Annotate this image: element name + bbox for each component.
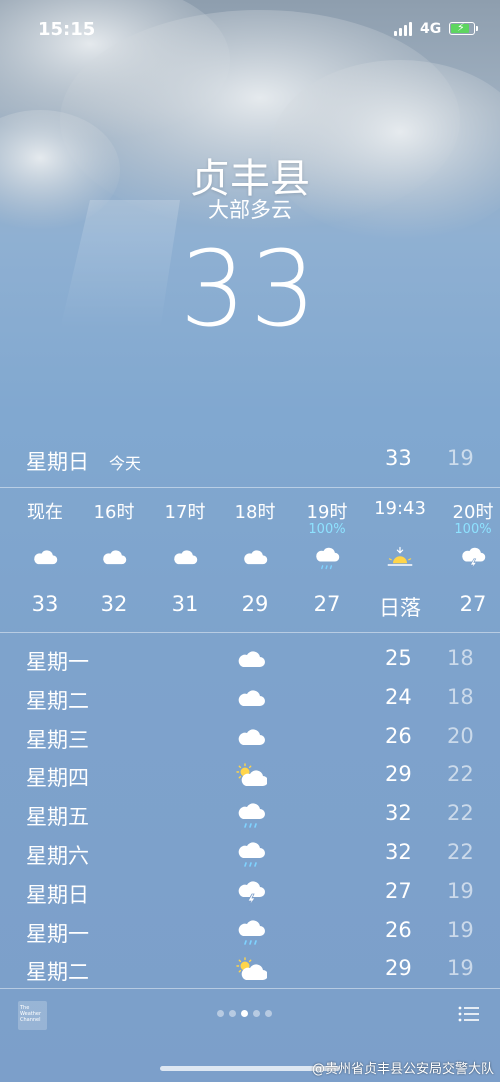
- daily-day: 星期二: [26, 688, 89, 713]
- status-bar: 15:15 4G ⚡: [0, 0, 500, 56]
- hourly-temp: 27: [313, 592, 341, 616]
- daily-day: 星期四: [26, 766, 89, 791]
- daily-high: 32: [385, 840, 412, 864]
- today-tag: 今天: [109, 454, 142, 473]
- hourly-time: 18时: [234, 502, 276, 523]
- hourly-temp: 日落: [379, 596, 421, 620]
- daily-day: 星期一: [26, 921, 89, 946]
- daily-day: 星期五: [26, 805, 89, 830]
- page-dot[interactable]: [253, 1010, 260, 1017]
- list-icon[interactable]: [458, 1005, 480, 1023]
- daily-row: 星期四 29 22: [0, 757, 500, 796]
- daily-low: 22: [447, 801, 474, 826]
- weather-channel-logo[interactable]: The Weather Channel: [18, 1001, 47, 1030]
- thunderstorm-icon: [459, 545, 487, 571]
- rain-icon: [313, 545, 341, 571]
- hourly-time: 17时: [164, 502, 206, 523]
- cloud-icon: [241, 545, 269, 571]
- hourly-temp: 27: [459, 592, 487, 616]
- today-summary: 星期日 今天 33 19: [0, 440, 500, 480]
- daily-day: 星期六: [26, 844, 89, 868]
- daily-high: 26: [385, 917, 412, 942]
- daily-high: 29: [385, 956, 412, 981]
- hourly-time: 19:43: [374, 498, 426, 519]
- rain-icon: [235, 802, 267, 828]
- daily-high: 24: [385, 684, 412, 709]
- hourly-temp: 31: [171, 592, 199, 616]
- watermark: @贵州省贞丰县公安局交警大队: [311, 1062, 494, 1077]
- daily-row: 星期一 25 18: [0, 641, 500, 680]
- divider: [0, 632, 500, 633]
- cloud-icon: [235, 686, 267, 712]
- current-temperature: 33: [179, 228, 321, 350]
- network-type: 4G: [420, 21, 442, 37]
- daily-day: 星期日: [26, 882, 89, 907]
- cloud-icon: [235, 725, 267, 751]
- cloud-icon: [100, 545, 128, 571]
- sunset-icon: [386, 545, 414, 571]
- daily-high: 29: [385, 762, 412, 787]
- daily-low: 22: [447, 840, 474, 864]
- daily-row: 星期二 24 18: [0, 680, 500, 719]
- hourly-temp: 33: [31, 592, 59, 616]
- daily-day: 星期二: [26, 960, 89, 985]
- hourly-time: 19时: [306, 502, 348, 523]
- hourly-precip: 100%: [454, 522, 492, 537]
- daily-day: 星期一: [26, 650, 89, 674]
- hourly-precip: 100%: [308, 522, 346, 537]
- cloud-icon: [171, 545, 199, 571]
- daily-low: 20: [447, 723, 474, 748]
- battery-icon: ⚡: [449, 21, 475, 35]
- daily-low: 19: [447, 878, 474, 903]
- partly-sunny-icon: [235, 763, 268, 789]
- status-time: 15:15: [38, 19, 96, 40]
- today-high: 33: [385, 446, 412, 470]
- hourly-temp: 29: [241, 592, 269, 616]
- divider: [0, 988, 500, 989]
- hourly-time: 16时: [93, 502, 135, 523]
- cloud-icon: [31, 545, 59, 571]
- daily-low: 19: [447, 956, 474, 981]
- daily-row: 星期六 32 22: [0, 835, 500, 874]
- battery-cap: [476, 26, 478, 31]
- page-dot[interactable]: [241, 1010, 248, 1017]
- daily-row: 星期五 32 22: [0, 796, 500, 835]
- daily-low: 19: [447, 917, 474, 942]
- daily-row: 星期二 29 19: [0, 951, 500, 990]
- cloud-icon: [235, 647, 267, 673]
- daily-high: 25: [385, 646, 412, 670]
- daily-row: 星期日 27 19: [0, 874, 500, 913]
- thunderstorm-icon: [235, 880, 267, 907]
- hourly-forecast[interactable]: 现在 33 16时 32 17时 31 18时 29 19时 100% 27 19:43 日落 20时 10…: [0, 487, 500, 632]
- today-day: 星期日: [26, 450, 89, 474]
- weather-condition: 大部多云: [208, 198, 292, 222]
- partly-sunny-icon: [235, 957, 268, 983]
- page-dot[interactable]: [229, 1010, 236, 1017]
- daily-low: 22: [447, 762, 474, 787]
- rain-icon: [235, 841, 267, 867]
- page-dot[interactable]: [217, 1010, 224, 1017]
- daily-high: 26: [385, 723, 412, 748]
- daily-high: 27: [385, 878, 412, 903]
- page-indicator[interactable]: [217, 1010, 277, 1020]
- daily-high: 32: [385, 801, 412, 826]
- daily-low: 18: [447, 684, 474, 709]
- hourly-time: 20时: [452, 502, 494, 523]
- daily-row: 星期三 26 20: [0, 719, 500, 758]
- daily-row: 星期一 26 19: [0, 913, 500, 952]
- today-low: 19: [447, 446, 474, 470]
- page-dot[interactable]: [265, 1010, 272, 1017]
- hourly-time: 现在: [27, 502, 63, 523]
- signal-icon: [394, 22, 414, 36]
- rain-icon: [235, 919, 267, 945]
- daily-low: 18: [447, 646, 474, 670]
- daily-day: 星期三: [26, 727, 89, 752]
- hourly-temp: 32: [100, 592, 128, 616]
